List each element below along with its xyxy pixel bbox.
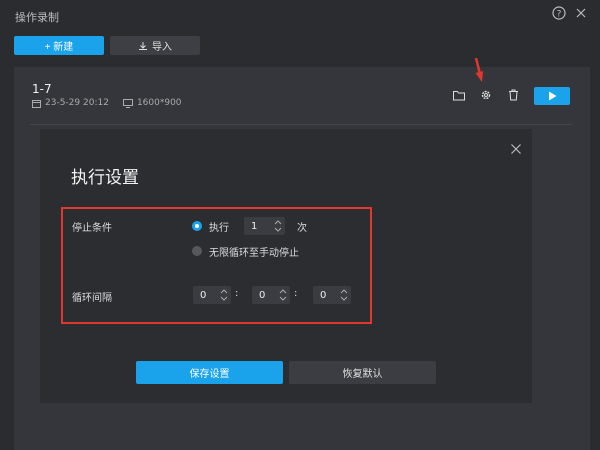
stepper-arrows-icon[interactable]: [340, 288, 348, 302]
stepper-arrows-icon[interactable]: [274, 219, 282, 233]
play-button[interactable]: [534, 87, 570, 105]
execute-radio[interactable]: [192, 221, 202, 231]
dialog-close-icon[interactable]: [510, 140, 522, 154]
task-meta: 23-5-29 20:12 1600*900: [32, 98, 182, 108]
interval-minutes-stepper[interactable]: 0: [252, 286, 290, 304]
interval-seconds-value: 0: [320, 289, 327, 301]
interval-label: 循环间隔: [72, 293, 112, 304]
new-button-label: + 新建: [44, 42, 74, 53]
execute-label: 执行: [209, 223, 229, 234]
task-name: 1-7: [32, 82, 52, 96]
calendar-icon: [32, 99, 41, 108]
trash-icon[interactable]: [507, 89, 519, 101]
time-separator: :: [235, 288, 239, 299]
import-button[interactable]: 导入: [110, 36, 200, 55]
window-title: 操作录制: [15, 11, 59, 24]
times-unit-label: 次: [297, 223, 307, 234]
divider: [30, 124, 572, 125]
execute-count-stepper[interactable]: 1: [244, 217, 285, 235]
stop-condition-label: 停止条件: [72, 223, 112, 234]
infinite-label: 无限循环至手动停止: [209, 248, 299, 259]
stepper-arrows-icon[interactable]: [279, 288, 287, 302]
interval-seconds-stepper[interactable]: 0: [313, 286, 351, 304]
save-settings-button[interactable]: 保存设置: [136, 361, 283, 384]
svg-text:?: ?: [557, 10, 562, 20]
monitor-icon: [122, 98, 133, 108]
download-icon: [139, 41, 147, 50]
play-icon: [548, 91, 556, 101]
new-button[interactable]: + 新建: [14, 36, 104, 55]
restore-defaults-label: 恢复默认: [342, 369, 383, 380]
save-settings-label: 保存设置: [189, 369, 230, 380]
red-arrow-annotation: [474, 58, 483, 82]
interval-hours-stepper[interactable]: 0: [193, 286, 231, 304]
window-controls: ?: [552, 6, 588, 20]
dialog-title: 执行设置: [71, 168, 139, 188]
task-resolution: 1600*900: [136, 98, 182, 108]
help-icon[interactable]: ?: [552, 6, 566, 20]
task-date: 23-5-29 20:12: [45, 98, 109, 108]
execute-count-value: 1: [251, 220, 258, 232]
import-button-label: 导入: [152, 42, 172, 53]
settings-gear-icon[interactable]: [480, 89, 492, 101]
folder-icon[interactable]: [453, 89, 465, 101]
restore-defaults-button[interactable]: 恢复默认: [289, 361, 436, 384]
close-window-icon[interactable]: [574, 6, 588, 20]
time-separator: :: [294, 288, 298, 299]
interval-minutes-value: 0: [259, 289, 266, 301]
interval-hours-value: 0: [200, 289, 207, 301]
stepper-arrows-icon[interactable]: [220, 288, 228, 302]
infinite-radio[interactable]: [192, 246, 202, 256]
